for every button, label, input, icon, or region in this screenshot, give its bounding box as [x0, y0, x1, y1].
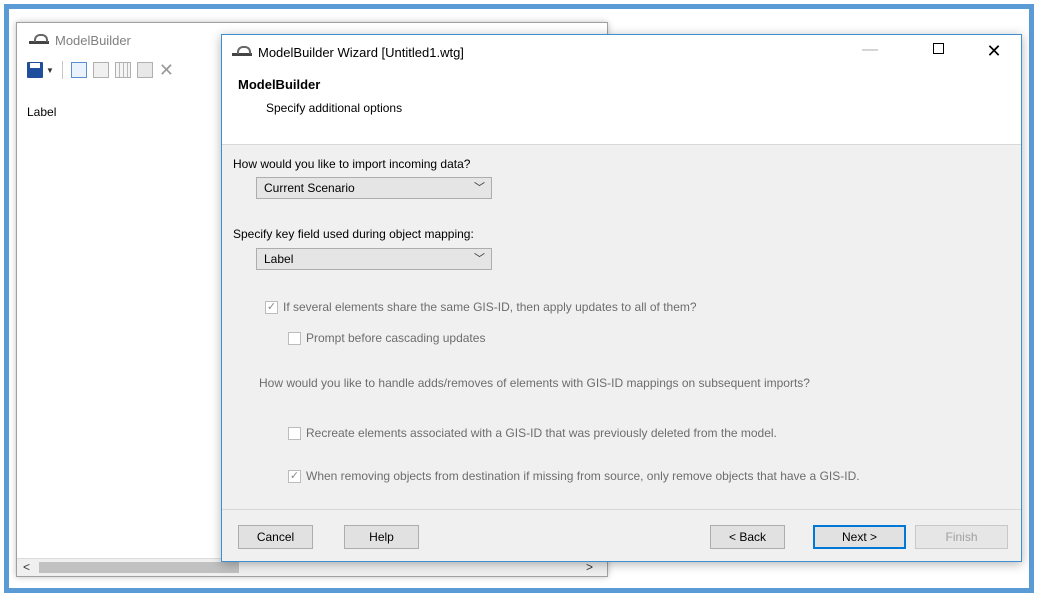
chevron-down-icon: ﹀ [474, 182, 485, 194]
toolbar-separator [61, 61, 63, 79]
import-question-label: How would you like to import incoming da… [233, 157, 471, 171]
share-gis-id-checkbox[interactable]: ✓ [265, 300, 278, 314]
remove-option[interactable]: ✓ When removing objects from destination… [288, 469, 860, 483]
remove-label: When removing objects from destination i… [306, 469, 860, 483]
modelbuilder-app-icon [29, 32, 49, 48]
delete-icon[interactable]: ✕ [159, 61, 174, 79]
prompt-cascade-option[interactable]: Prompt before cascading updates [288, 331, 485, 345]
scrollbar-thumb[interactable] [39, 562, 239, 573]
share-gis-id-option[interactable]: ✓ If several elements share the same GIS… [265, 300, 697, 314]
recreate-label: Recreate elements associated with a GIS-… [306, 426, 777, 440]
scroll-left-icon[interactable]: < [23, 560, 30, 574]
wizard-heading: ModelBuilder [238, 77, 321, 92]
share-gis-id-label: If several elements share the same GIS-I… [283, 300, 697, 314]
cancel-button[interactable]: Cancel [238, 525, 313, 549]
prompt-cascade-checkbox[interactable] [288, 331, 301, 345]
dialog-header: ModelBuilder Wizard [Untitled1.wtg] — ✕ … [222, 35, 1021, 145]
finish-button[interactable]: Finish [915, 525, 1008, 549]
wizard-app-icon [232, 44, 252, 60]
minimize-icon[interactable]: — [850, 41, 890, 59]
dialog-footer: Cancel Help < Back Next > Finish [222, 509, 1021, 561]
table-icon[interactable] [114, 62, 131, 78]
chevron-down-icon: ﹀ [474, 253, 485, 265]
key-field-dropdown[interactable]: Label ﹀ [256, 248, 492, 270]
modelbuilder-title: ModelBuilder [55, 32, 131, 48]
recreate-checkbox[interactable] [288, 426, 301, 440]
back-button[interactable]: < Back [710, 525, 785, 549]
adds-removes-question-label: How would you like to handle adds/remove… [259, 376, 810, 390]
scroll-right-icon[interactable]: > [586, 560, 593, 574]
duplicate-icon[interactable] [136, 62, 153, 78]
dialog-title: ModelBuilder Wizard [Untitled1.wtg] [258, 44, 464, 60]
modelbuilder-wizard-dialog: ModelBuilder Wizard [Untitled1.wtg] — ✕ … [221, 34, 1022, 562]
recreate-option[interactable]: Recreate elements associated with a GIS-… [288, 426, 777, 440]
save-dropdown-icon[interactable]: ▼ [46, 66, 54, 75]
maximize-icon[interactable] [918, 41, 958, 59]
new-icon[interactable] [70, 62, 87, 78]
list-item[interactable]: Label [27, 105, 56, 119]
import-scenario-value: Current Scenario [264, 181, 355, 195]
close-icon[interactable]: ✕ [974, 41, 1014, 62]
edit-icon[interactable] [92, 62, 109, 78]
import-scenario-dropdown[interactable]: Current Scenario ﹀ [256, 177, 492, 199]
remove-checkbox[interactable]: ✓ [288, 469, 301, 483]
dialog-titlebar: ModelBuilder Wizard [Untitled1.wtg] [232, 44, 464, 60]
key-field-value: Label [264, 252, 294, 266]
key-field-question-label: Specify key field used during object map… [233, 227, 474, 241]
next-button[interactable]: Next > [813, 525, 906, 549]
wizard-subheading: Specify additional options [266, 101, 403, 115]
save-icon[interactable] [27, 62, 43, 78]
help-button[interactable]: Help [344, 525, 419, 549]
prompt-cascade-label: Prompt before cascading updates [306, 331, 486, 345]
